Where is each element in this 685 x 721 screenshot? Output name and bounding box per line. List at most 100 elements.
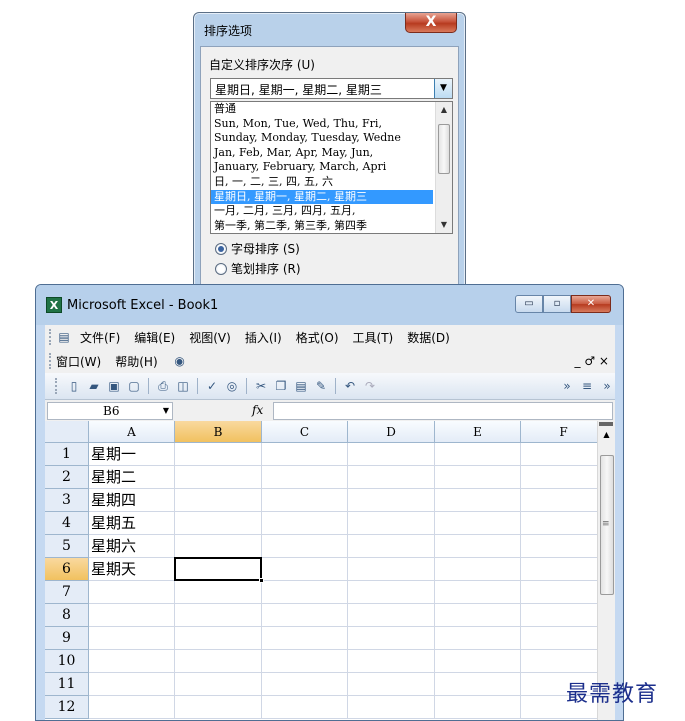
cell[interactable] [175, 443, 262, 466]
cell[interactable] [348, 627, 435, 650]
align-icon[interactable]: ≡ [579, 378, 595, 394]
cell[interactable] [175, 604, 262, 627]
row-header[interactable]: 3 [45, 489, 89, 512]
dialog-close-button[interactable]: X [405, 13, 457, 33]
menu-item[interactable]: 帮助(H) [115, 353, 157, 370]
toolbar-grip[interactable] [55, 378, 58, 394]
cell[interactable] [89, 696, 175, 719]
cell[interactable] [521, 512, 607, 535]
custom-order-listbox[interactable]: 普通 Sun, Mon, Tue, Wed, Thu, Fri, Sunday, M… [210, 101, 453, 234]
cell[interactable] [175, 650, 262, 673]
menu-item[interactable]: 视图(V) [189, 329, 231, 346]
print-icon[interactable]: ⎙ [155, 378, 171, 394]
menu-item[interactable]: 格式(O) [296, 329, 339, 346]
cell[interactable] [348, 443, 435, 466]
document-window-controls[interactable]: _ ♂ × [575, 354, 609, 368]
cell[interactable] [262, 673, 348, 696]
print-preview-icon[interactable]: ◫ [175, 378, 191, 394]
new-file-icon[interactable]: ▯ [66, 378, 82, 394]
cell[interactable] [262, 535, 348, 558]
cell[interactable] [435, 535, 521, 558]
cell[interactable] [175, 581, 262, 604]
cell[interactable] [435, 512, 521, 535]
select-all-corner[interactable] [45, 421, 89, 443]
toolbar-grip[interactable] [49, 329, 52, 345]
chevron-down-icon[interactable]: ▼ [159, 403, 173, 419]
radio-unchecked-icon[interactable] [215, 262, 227, 275]
fill-handle[interactable] [259, 578, 264, 583]
custom-order-item[interactable]: 一月, 二月, 三月, 四月, 五月, [211, 204, 433, 219]
cell[interactable] [348, 466, 435, 489]
split-box[interactable] [599, 422, 613, 426]
save-icon[interactable]: ▣ [106, 378, 122, 394]
cell[interactable] [89, 581, 175, 604]
spelling-icon[interactable]: ✓ [204, 378, 220, 394]
toolbar-grip[interactable] [49, 353, 52, 369]
cell[interactable] [175, 512, 262, 535]
cell[interactable] [348, 696, 435, 719]
menu-item[interactable]: 文件(F) [80, 329, 120, 346]
cell[interactable] [262, 581, 348, 604]
cell[interactable] [348, 650, 435, 673]
cell[interactable] [348, 535, 435, 558]
row-header[interactable]: 6 [45, 558, 89, 581]
cell[interactable] [435, 627, 521, 650]
cell[interactable]: 星期六 [89, 535, 175, 558]
cell[interactable] [435, 443, 521, 466]
custom-order-item[interactable]: Sunday, Monday, Tuesday, Wedne [211, 131, 433, 146]
radio-checked-icon[interactable] [215, 242, 227, 255]
row-header[interactable]: 12 [45, 696, 89, 719]
cell[interactable]: 星期天 [89, 558, 175, 581]
listbox-scrollbar[interactable]: ▲ ▼ [435, 102, 452, 233]
active-cell-outline[interactable] [174, 557, 262, 581]
row-header[interactable]: 11 [45, 673, 89, 696]
cell[interactable] [435, 604, 521, 627]
column-header[interactable]: F [521, 421, 607, 443]
cell[interactable] [435, 673, 521, 696]
cell[interactable] [435, 489, 521, 512]
cell[interactable] [521, 558, 607, 581]
toolbar-options-icon[interactable]: » [559, 378, 575, 394]
scroll-thumb[interactable] [438, 124, 450, 174]
close-button[interactable]: ✕ [571, 295, 611, 313]
cell[interactable] [348, 673, 435, 696]
toolbar-options-icon[interactable]: » [599, 378, 615, 394]
cell[interactable] [521, 466, 607, 489]
cell[interactable] [89, 673, 175, 696]
cut-icon[interactable]: ✂ [253, 378, 269, 394]
cell[interactable] [348, 558, 435, 581]
custom-order-item[interactable]: January, February, March, Apri [211, 160, 433, 175]
cell[interactable]: 星期五 [89, 512, 175, 535]
cell[interactable] [435, 650, 521, 673]
row-header[interactable]: 10 [45, 650, 89, 673]
cell[interactable] [175, 535, 262, 558]
cell[interactable] [521, 489, 607, 512]
redo-icon[interactable]: ↷ [362, 378, 378, 394]
cell[interactable] [175, 489, 262, 512]
scroll-up-icon[interactable]: ▲ [436, 102, 452, 118]
row-header[interactable]: 1 [45, 443, 89, 466]
cell[interactable] [521, 604, 607, 627]
paste-icon[interactable]: ▤ [293, 378, 309, 394]
cell[interactable] [175, 673, 262, 696]
row-header[interactable]: 9 [45, 627, 89, 650]
undo-icon[interactable]: ↶ [342, 378, 358, 394]
row-header[interactable]: 2 [45, 466, 89, 489]
cell[interactable] [262, 650, 348, 673]
cell[interactable] [175, 696, 262, 719]
cell[interactable] [348, 604, 435, 627]
cell[interactable] [521, 535, 607, 558]
column-header[interactable]: A [89, 421, 175, 443]
row-header[interactable]: 5 [45, 535, 89, 558]
custom-order-item[interactable]: 第一季, 第二季, 第三季, 第四季 [211, 219, 433, 233]
cell[interactable] [521, 581, 607, 604]
cell[interactable] [175, 627, 262, 650]
cell[interactable] [348, 581, 435, 604]
custom-order-combobox[interactable]: 星期日, 星期一, 星期二, 星期三 ▼ [210, 78, 453, 99]
column-header[interactable]: E [435, 421, 521, 443]
cell[interactable] [521, 650, 607, 673]
cell[interactable] [89, 650, 175, 673]
cell[interactable]: 星期四 [89, 489, 175, 512]
column-header[interactable]: C [262, 421, 348, 443]
radio-stroke-sort[interactable]: 笔划排序 (R) [215, 260, 301, 277]
